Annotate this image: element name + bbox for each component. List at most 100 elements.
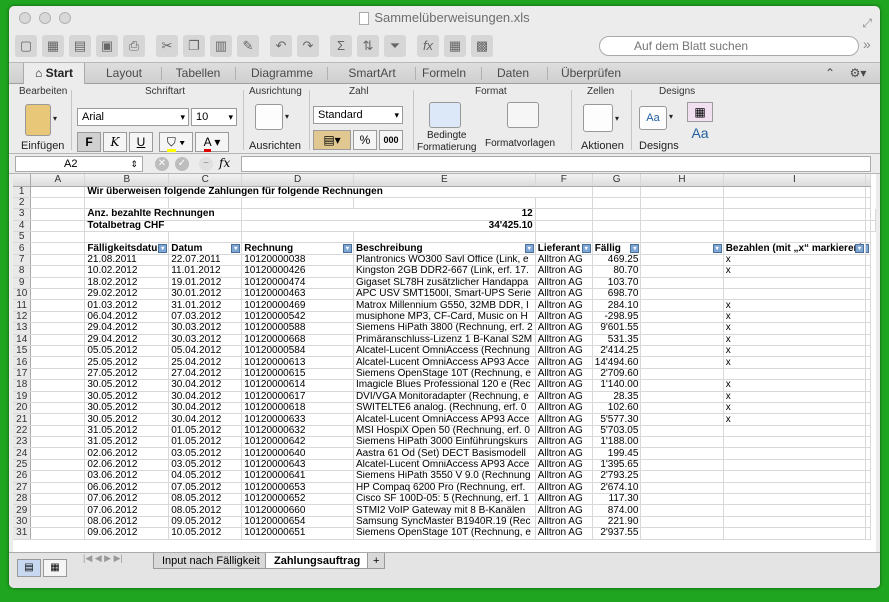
cell[interactable] <box>640 322 724 335</box>
close-window-button[interactable] <box>19 12 31 24</box>
invoice-cell[interactable]: 10120000617 <box>241 391 354 403</box>
supplier-cell[interactable]: Alltron AG <box>535 470 593 483</box>
cell[interactable] <box>723 186 867 198</box>
date-cell[interactable]: 19.01.2012 <box>168 277 243 290</box>
amount-cell[interactable]: 874.00 <box>592 504 642 517</box>
column-filter-header-extra[interactable]: ▾ <box>865 242 871 255</box>
row-header[interactable]: 8 <box>13 265 32 278</box>
invoice-cell[interactable]: 10120000463 <box>241 288 354 301</box>
cell[interactable] <box>30 311 86 324</box>
italic-button[interactable]: K <box>103 132 127 152</box>
invoice-cell[interactable]: 10120000615 <box>241 368 354 381</box>
date-cell[interactable]: 10.05.2012 <box>168 527 243 540</box>
cell[interactable] <box>640 356 724 369</box>
amount-cell[interactable]: 531.35 <box>592 334 642 346</box>
due-date-cell[interactable]: 27.05.2012 <box>84 368 170 381</box>
row-header[interactable]: 14 <box>13 334 32 346</box>
spreadsheet-grid[interactable]: A B C D E F G H I 1 Wir überweisen folgende Zahlun… <box>13 174 876 552</box>
total-value[interactable]: 34'425.10 <box>241 220 536 233</box>
description-cell[interactable]: musiphone MP3, CF-Card, Music on H <box>353 311 536 324</box>
supplier-cell[interactable]: Alltron AG <box>535 516 593 529</box>
due-date-cell[interactable]: 06.06.2012 <box>84 482 170 495</box>
row-header[interactable]: 16 <box>13 356 32 369</box>
supplier-cell[interactable]: Alltron AG <box>535 527 593 540</box>
pay-mark-cell[interactable] <box>723 516 867 529</box>
invoice-cell[interactable]: 10120000653 <box>241 482 354 495</box>
date-cell[interactable]: 01.05.2012 <box>168 425 243 438</box>
amount-cell[interactable]: 2'793.25 <box>592 470 642 483</box>
bold-button[interactable]: F <box>77 132 101 152</box>
row-header[interactable]: 17 <box>13 368 32 381</box>
count-label[interactable]: Anz. bezahlte Rechnungen <box>84 208 243 221</box>
cell[interactable] <box>30 220 86 233</box>
cut-icon[interactable]: ✂ <box>156 35 178 57</box>
invoice-cell[interactable]: 10120000474 <box>241 277 354 290</box>
cell[interactable] <box>640 425 724 438</box>
cell[interactable] <box>723 197 867 210</box>
pay-mark-cell[interactable]: x <box>723 402 867 415</box>
column-filter-header[interactable]: Fälligkeitsdatum ▾ <box>84 242 170 255</box>
invoice-cell[interactable]: 10120000588 <box>241 322 354 335</box>
supplier-cell[interactable]: Alltron AG <box>535 277 593 290</box>
pay-mark-cell[interactable] <box>723 447 867 460</box>
invoice-cell[interactable]: 10120000652 <box>241 493 354 506</box>
themes-dropdown-icon[interactable]: ▾ <box>669 112 673 121</box>
cell[interactable] <box>865 379 871 392</box>
zoom-window-button[interactable] <box>59 12 71 24</box>
pay-mark-cell[interactable] <box>723 493 867 506</box>
cell[interactable] <box>168 197 243 210</box>
cell[interactable] <box>640 334 724 346</box>
pay-mark-cell[interactable]: x <box>723 345 867 358</box>
cell[interactable] <box>30 425 86 438</box>
filter-dropdown-icon[interactable]: ▾ <box>158 244 168 254</box>
due-date-cell[interactable]: 31.05.2012 <box>84 425 170 438</box>
description-cell[interactable]: Siemens OpenStage 10T (Rechnung, e <box>353 527 536 540</box>
align-icon[interactable] <box>255 104 283 130</box>
due-date-cell[interactable]: 30.05.2012 <box>84 379 170 392</box>
format-painter-icon[interactable]: ✎ <box>237 35 259 57</box>
cell[interactable] <box>535 231 593 244</box>
filter-dropdown-icon[interactable]: ▾ <box>630 244 640 254</box>
cell[interactable] <box>640 368 724 381</box>
cell[interactable] <box>535 197 593 210</box>
filter-dropdown-icon[interactable]: ▾ <box>865 244 869 254</box>
supplier-cell[interactable]: Alltron AG <box>535 493 593 506</box>
page-layout-view-button[interactable]: ▦ <box>43 559 67 577</box>
cell[interactable] <box>30 322 86 335</box>
align-dropdown-icon[interactable]: ▾ <box>285 112 289 121</box>
due-date-cell[interactable]: 09.06.2012 <box>84 527 170 540</box>
due-date-cell[interactable]: 29.04.2012 <box>84 334 170 346</box>
cell[interactable] <box>640 277 724 290</box>
new-icon[interactable]: ▢ <box>15 35 37 57</box>
gallery-icon[interactable]: ▦ <box>444 35 466 57</box>
description-cell[interactable]: Siemens OpenStage 10T (Rechnung, e <box>353 368 536 381</box>
cell[interactable] <box>865 493 871 506</box>
column-filter-header[interactable]: Datum ▾ <box>168 242 243 255</box>
date-cell[interactable]: 30.04.2012 <box>168 402 243 415</box>
cell[interactable] <box>640 197 724 210</box>
row-header[interactable]: 12 <box>13 311 32 324</box>
cell[interactable] <box>84 197 170 210</box>
date-cell[interactable]: 09.05.2012 <box>168 516 243 529</box>
description-cell[interactable]: Siemens HiPath 3000 Einführungskurs <box>353 436 536 449</box>
cell[interactable] <box>865 459 871 472</box>
amount-cell[interactable]: 14'494.60 <box>592 356 642 369</box>
pay-mark-cell[interactable]: x <box>723 265 867 278</box>
filter-dropdown-icon[interactable]: ▾ <box>712 244 722 254</box>
filter-icon[interactable]: ⏷ <box>384 35 406 57</box>
tab-ueberpruefen[interactable]: Überprüfen <box>549 63 633 84</box>
description-cell[interactable]: Primäranschluss-Lizenz 1 B-Kanal S2M <box>353 334 536 346</box>
date-cell[interactable]: 30.01.2012 <box>168 288 243 301</box>
row-header[interactable]: 21 <box>13 413 32 426</box>
invoice-cell[interactable]: 10120000642 <box>241 436 354 449</box>
redo-icon[interactable]: ↷ <box>297 35 319 57</box>
cell[interactable] <box>865 288 871 301</box>
invoice-cell[interactable]: 10120000660 <box>241 504 354 517</box>
date-cell[interactable]: 07.05.2012 <box>168 482 243 495</box>
percent-button[interactable]: % <box>353 130 377 150</box>
row-header[interactable]: 13 <box>13 322 32 335</box>
cell[interactable] <box>30 470 86 483</box>
cell[interactable] <box>640 220 724 233</box>
tab-daten[interactable]: Daten <box>485 63 541 84</box>
invoice-cell[interactable]: 10120000613 <box>241 356 354 369</box>
